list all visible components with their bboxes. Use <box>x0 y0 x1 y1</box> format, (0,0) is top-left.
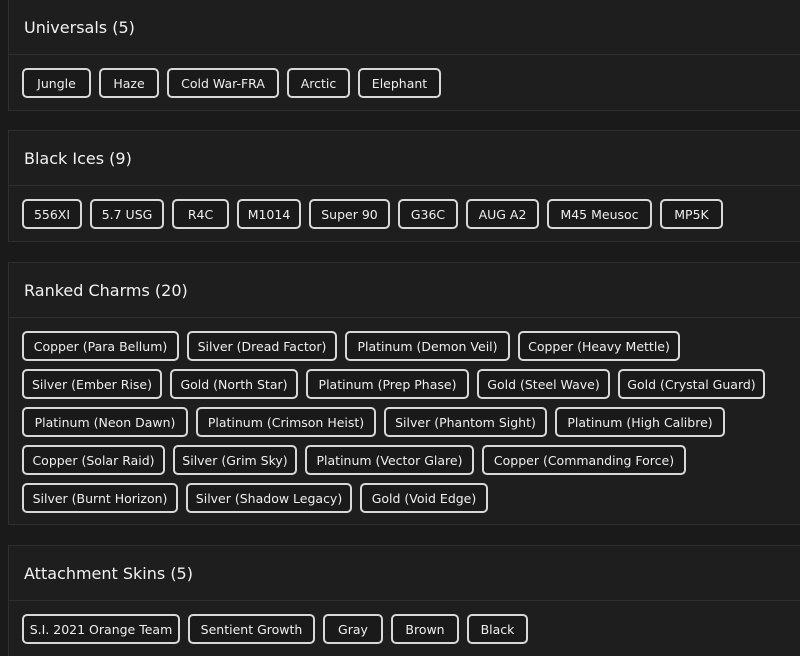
tag-silver-burnt-horizon[interactable]: Silver (Burnt Horizon) <box>22 483 178 513</box>
tag-silver-dread-factor[interactable]: Silver (Dread Factor) <box>187 331 337 361</box>
tag-haze[interactable]: Haze <box>99 68 159 98</box>
tag-5-7-usg[interactable]: 5.7 USG <box>90 199 164 229</box>
section-black-ices: Black Ices (9) 556XI 5.7 USG R4C M1014 S… <box>8 130 800 242</box>
section-title: Ranked Charms (20) <box>24 280 188 300</box>
tag-gray[interactable]: Gray <box>323 614 383 644</box>
tag-556xi[interactable]: 556XI <box>22 199 82 229</box>
tag-platinum-prep-phase[interactable]: Platinum (Prep Phase) <box>306 369 469 399</box>
tag-platinum-vector-glare[interactable]: Platinum (Vector Glare) <box>305 445 474 475</box>
page: Universals (5) Jungle Haze Cold War-FRA … <box>0 0 800 656</box>
tag-arctic[interactable]: Arctic <box>287 68 350 98</box>
tag-gold-crystal-guard[interactable]: Gold (Crystal Guard) <box>618 369 765 399</box>
tag-aug-a2[interactable]: AUG A2 <box>466 199 539 229</box>
tag-silver-phantom-sight[interactable]: Silver (Phantom Sight) <box>384 407 547 437</box>
tag-black[interactable]: Black <box>467 614 528 644</box>
tag-row: Copper (Solar Raid) Silver (Grim Sky) Pl… <box>22 445 800 476</box>
section-header: Ranked Charms (20) <box>9 263 800 318</box>
section-attachment-skins: Attachment Skins (5) S.I. 2021 Orange Te… <box>8 545 800 656</box>
tag-silver-ember-rise[interactable]: Silver (Ember Rise) <box>22 369 162 399</box>
tag-silver-shadow-legacy[interactable]: Silver (Shadow Legacy) <box>186 483 352 513</box>
tag-platinum-high-calibre[interactable]: Platinum (High Calibre) <box>555 407 725 437</box>
tag-row: Copper (Para Bellum) Silver (Dread Facto… <box>22 331 800 362</box>
tag-sentient-growth[interactable]: Sentient Growth <box>188 614 315 644</box>
tag-platinum-neon-dawn[interactable]: Platinum (Neon Dawn) <box>22 407 188 437</box>
tag-copper-solar-raid[interactable]: Copper (Solar Raid) <box>22 445 165 475</box>
tag-super-90[interactable]: Super 90 <box>309 199 390 229</box>
section-title: Universals (5) <box>24 17 135 37</box>
tag-r4c[interactable]: R4C <box>172 199 229 229</box>
tag-mp5k[interactable]: MP5K <box>660 199 723 229</box>
tag-copper-commanding-force[interactable]: Copper (Commanding Force) <box>482 445 686 475</box>
tag-row: Jungle Haze Cold War-FRA Arctic Elephant <box>22 68 800 99</box>
tag-row: 556XI 5.7 USG R4C M1014 Super 90 G36C AU… <box>22 199 800 230</box>
tag-g36c[interactable]: G36C <box>398 199 458 229</box>
tag-list: Copper (Para Bellum) Silver (Dread Facto… <box>9 318 800 514</box>
tag-silver-grim-sky[interactable]: Silver (Grim Sky) <box>173 445 297 475</box>
tag-platinum-crimson-heist[interactable]: Platinum (Crimson Heist) <box>196 407 376 437</box>
tag-brown[interactable]: Brown <box>391 614 459 644</box>
section-header: Universals (5) <box>9 0 800 55</box>
tag-row: S.I. 2021 Orange Team Sentient Growth Gr… <box>22 614 800 645</box>
section-universals: Universals (5) Jungle Haze Cold War-FRA … <box>8 0 800 111</box>
tag-platinum-demon-veil[interactable]: Platinum (Demon Veil) <box>345 331 510 361</box>
section-header: Black Ices (9) <box>9 131 800 186</box>
tag-si-2021-orange-team[interactable]: S.I. 2021 Orange Team <box>22 614 180 644</box>
tag-row: Platinum (Neon Dawn) Platinum (Crimson H… <box>22 407 800 438</box>
tag-cold-war-fra[interactable]: Cold War-FRA <box>167 68 279 98</box>
tag-jungle[interactable]: Jungle <box>22 68 91 98</box>
tag-row: Silver (Ember Rise) Gold (North Star) Pl… <box>22 369 800 400</box>
tag-m1014[interactable]: M1014 <box>237 199 301 229</box>
tag-m45-meusoc[interactable]: M45 Meusoc <box>547 199 652 229</box>
section-header: Attachment Skins (5) <box>9 546 800 601</box>
section-ranked-charms: Ranked Charms (20) Copper (Para Bellum) … <box>8 262 800 525</box>
tag-list: 556XI 5.7 USG R4C M1014 Super 90 G36C AU… <box>9 186 800 230</box>
section-title: Attachment Skins (5) <box>24 563 193 583</box>
tag-list: Jungle Haze Cold War-FRA Arctic Elephant <box>9 55 800 99</box>
tag-elephant[interactable]: Elephant <box>358 68 441 98</box>
tag-copper-heavy-mettle[interactable]: Copper (Heavy Mettle) <box>518 331 680 361</box>
section-title: Black Ices (9) <box>24 148 132 168</box>
tag-gold-void-edge[interactable]: Gold (Void Edge) <box>360 483 488 513</box>
tag-gold-steel-wave[interactable]: Gold (Steel Wave) <box>477 369 610 399</box>
tag-list: S.I. 2021 Orange Team Sentient Growth Gr… <box>9 601 800 645</box>
tag-copper-para-bellum[interactable]: Copper (Para Bellum) <box>22 331 179 361</box>
tag-row: Silver (Burnt Horizon) Silver (Shadow Le… <box>22 483 800 514</box>
tag-gold-north-star[interactable]: Gold (North Star) <box>170 369 298 399</box>
